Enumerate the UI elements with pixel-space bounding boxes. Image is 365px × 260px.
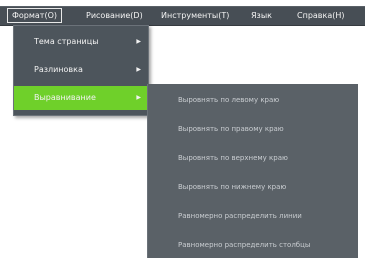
menu-tools[interactable]: Инструменты(T) [157, 9, 233, 22]
menu-language[interactable]: Язык [247, 9, 276, 22]
submenu-item-distribute-lines[interactable]: Равномерно распределить линии [148, 202, 358, 231]
menu-item-label: Выравнивание [34, 93, 96, 102]
submenu-item-align-bottom[interactable]: Выровнять по нижнему краю [148, 173, 358, 202]
menu-item-ruling[interactable]: Разлиновка ▶ [14, 58, 148, 82]
alignment-submenu: Выровнять по левому краю Выровнять по пр… [147, 84, 358, 258]
menu-item-label: Тема страницы [34, 37, 99, 46]
menu-item-alignment[interactable]: Выравнивание ▶ [14, 86, 148, 110]
submenu-arrow-icon: ▶ [136, 66, 141, 73]
menu-draw[interactable]: Рисование(D) [82, 9, 147, 22]
menu-help[interactable]: Справка(H) [293, 9, 349, 22]
menu-item-label: Разлиновка [34, 65, 83, 74]
submenu-item-label: Выровнять по левому краю [178, 96, 280, 104]
submenu-arrow-icon: ▶ [136, 94, 141, 101]
menu-format[interactable]: Формат(O) [7, 8, 62, 23]
menu-item-page-theme[interactable]: Тема страницы ▶ [14, 30, 148, 54]
submenu-item-distribute-columns[interactable]: Равномерно распределить столбцы [148, 231, 358, 260]
format-dropdown: Тема страницы ▶ Разлиновка ▶ Выравнивани… [13, 25, 149, 116]
submenu-item-label: Выровнять по верхнему краю [178, 154, 288, 162]
submenu-item-align-left[interactable]: Выровнять по левому краю [148, 86, 358, 115]
submenu-item-label: Равномерно распределить столбцы [178, 241, 311, 249]
submenu-item-label: Выровнять по правому краю [178, 125, 284, 133]
submenu-item-align-right[interactable]: Выровнять по правому краю [148, 115, 358, 144]
submenu-item-label: Выровнять по нижнему краю [178, 183, 287, 191]
menu-bar: Формат(O) Рисование(D) Инструменты(T) Яз… [0, 6, 365, 26]
submenu-arrow-icon: ▶ [136, 38, 141, 45]
submenu-item-label: Равномерно распределить линии [178, 212, 302, 220]
submenu-item-align-top[interactable]: Выровнять по верхнему краю [148, 144, 358, 173]
